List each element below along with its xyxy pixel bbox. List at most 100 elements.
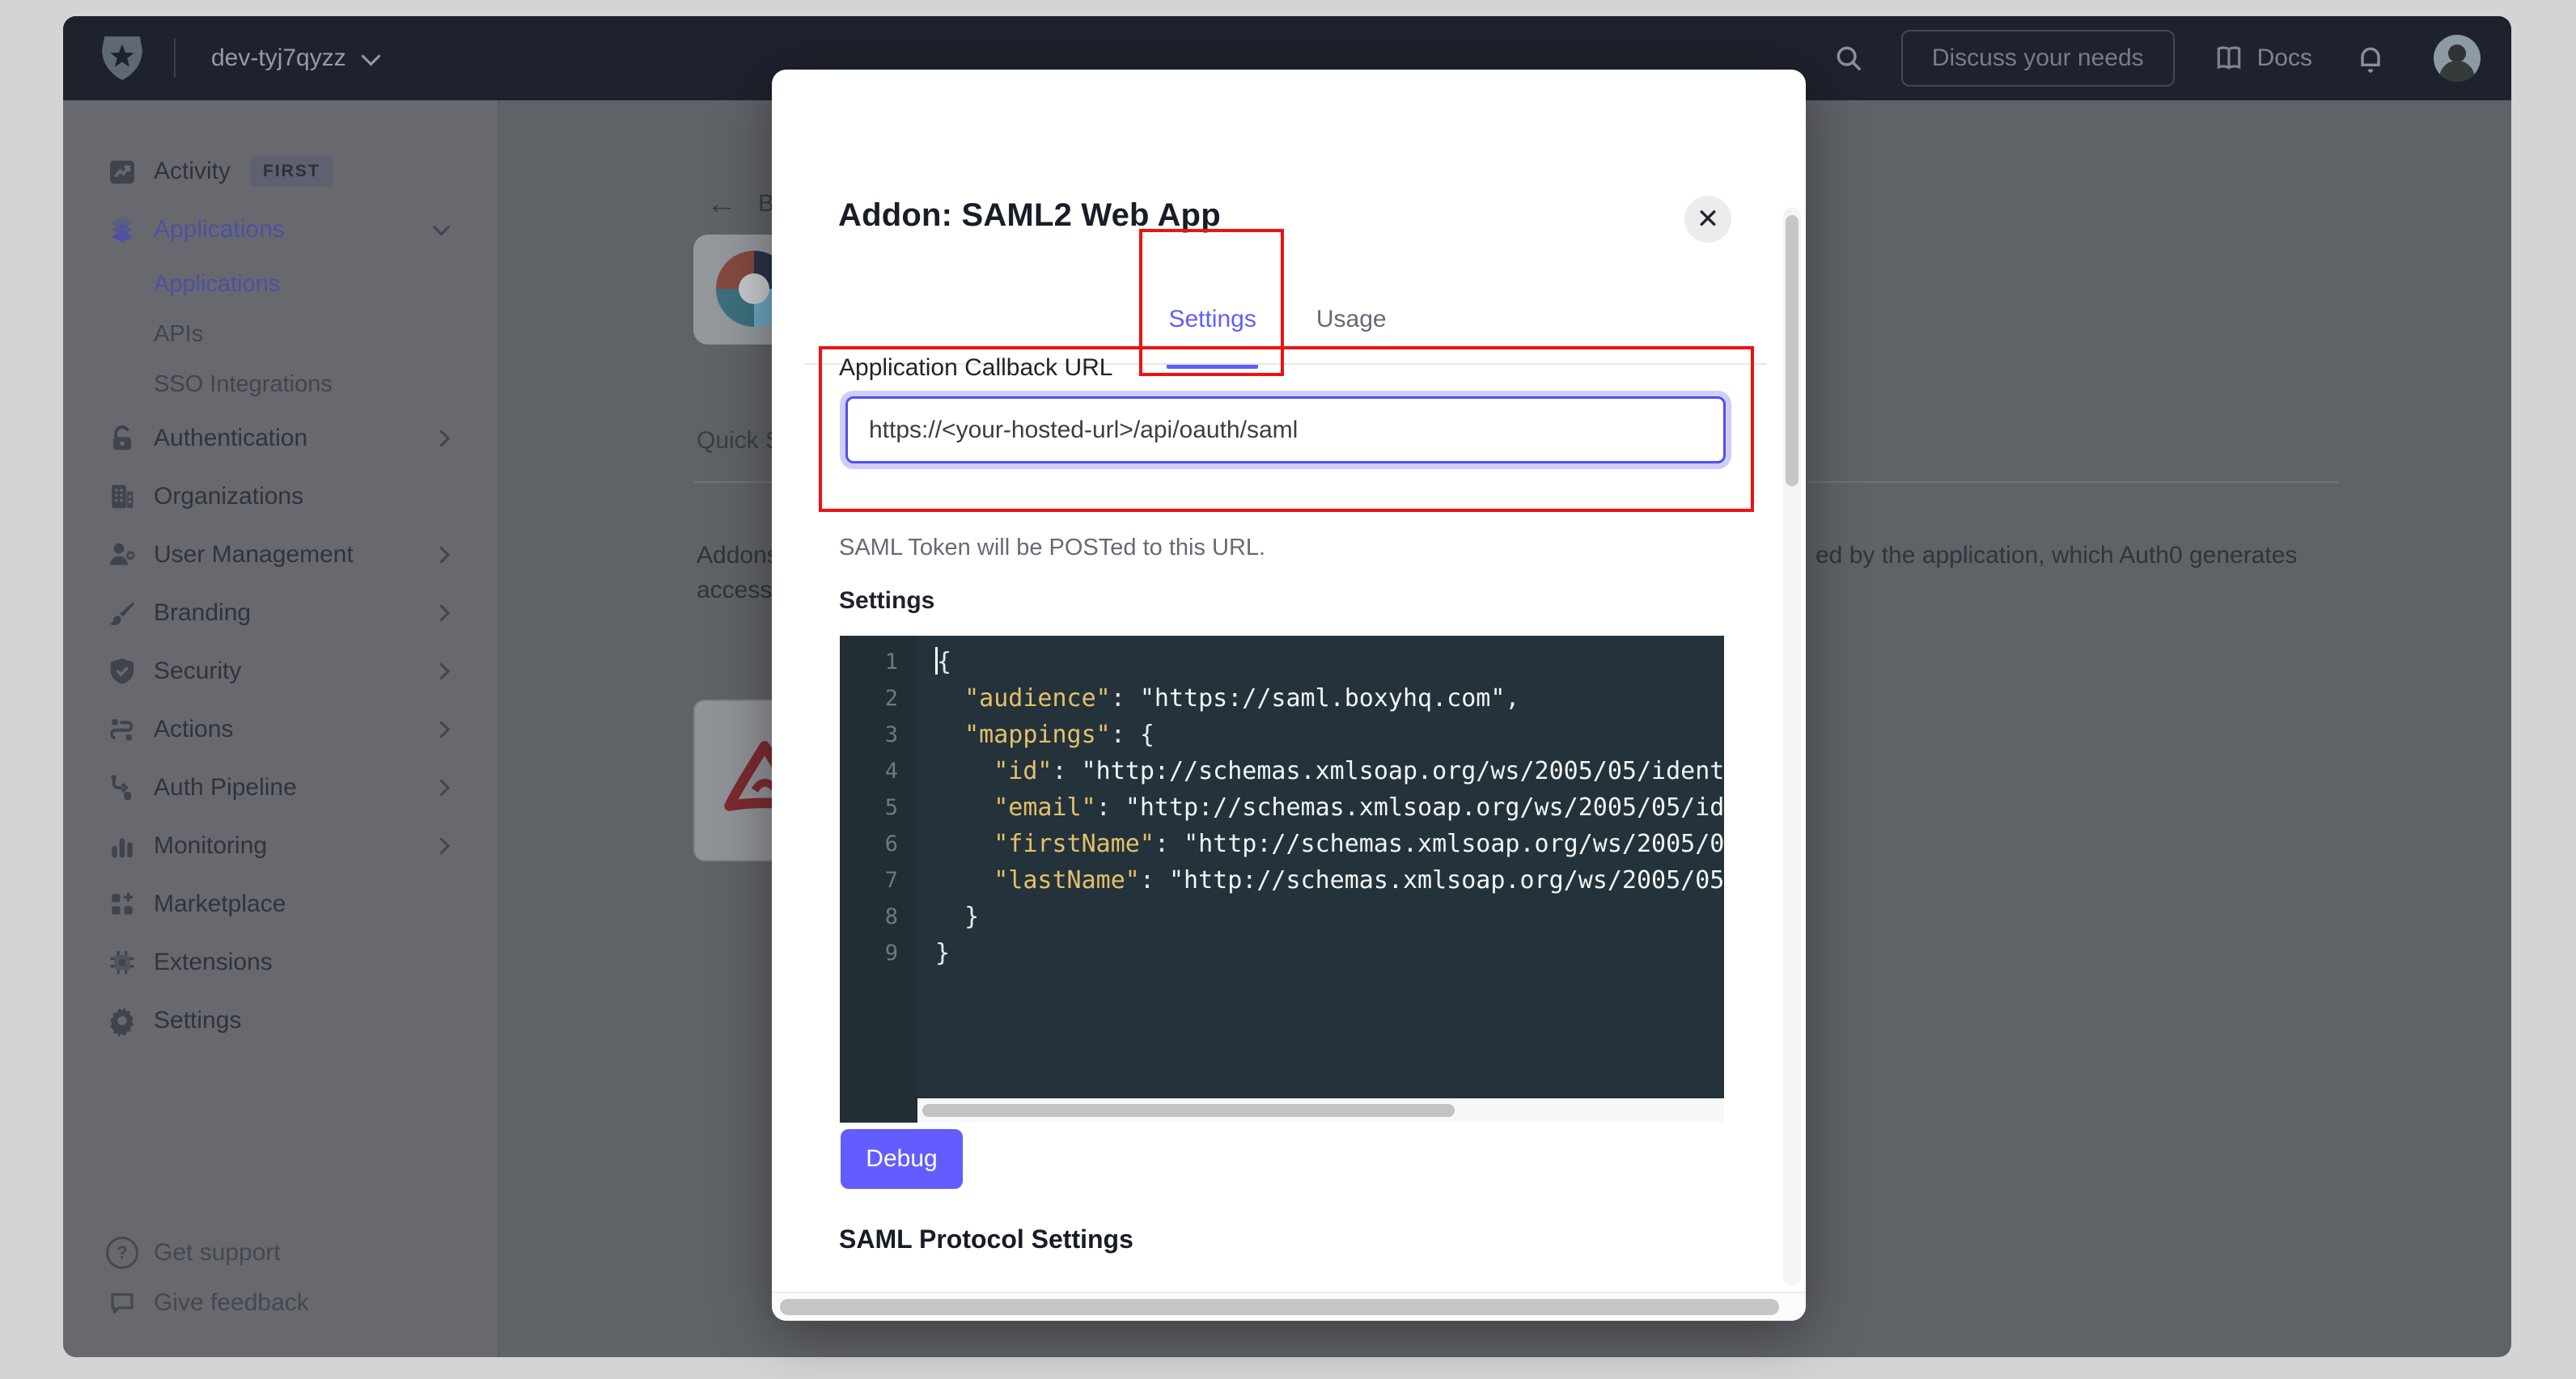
sidebar-item-label: Authentication <box>154 425 307 452</box>
sidebar-item-actions[interactable]: Actions <box>63 700 498 759</box>
sidebar-item-user-management[interactable]: User Management <box>63 526 498 584</box>
topbar-divider <box>174 39 176 78</box>
lock-icon <box>105 421 139 455</box>
line-number: 1 <box>840 644 917 680</box>
sidebar-item-extensions[interactable]: Extensions <box>63 933 498 992</box>
back-arrow-icon: ← <box>706 188 737 219</box>
code-line: "firstName": "http://schemas.xmlsoap.org… <box>935 826 1724 862</box>
building-icon <box>105 480 139 514</box>
line-number: 2 <box>840 680 917 717</box>
editor-hscroll-thumb[interactable] <box>922 1104 1455 1117</box>
sidebar-item-give-feedback[interactable]: Give feedback <box>63 1278 498 1328</box>
settings-section-label: Settings <box>839 587 934 615</box>
addons-description-fragment: Addons <box>697 542 779 569</box>
sidebar-item-label: Give feedback <box>154 1289 309 1317</box>
close-icon[interactable]: ✕ <box>1684 196 1731 243</box>
docs-label: Docs <box>2257 44 2312 72</box>
modal-vertical-scrollbar <box>1783 207 1801 1285</box>
sidebar-item-label: Applications <box>154 216 285 243</box>
sidebar-item-label: APIs <box>154 321 203 348</box>
sidebar-item-activity[interactable]: ActivityFIRST <box>63 142 498 201</box>
sidebar-item-label: Settings <box>154 1007 241 1034</box>
sidebar-item-marketplace[interactable]: Marketplace <box>63 875 498 933</box>
code-line: "id": "http://schemas.xmlsoap.org/ws/200… <box>935 753 1724 789</box>
sidebar-item-security[interactable]: Security <box>63 642 498 700</box>
sidebar-item-monitoring[interactable]: Monitoring <box>63 817 498 875</box>
sidebar-item-sso-integrations[interactable]: SSO Integrations <box>63 359 498 409</box>
addons-description-fragment: access <box>697 577 772 604</box>
help-circle-icon: ? <box>105 1236 139 1270</box>
sidebar-item-branding[interactable]: Branding <box>63 584 498 642</box>
sidebar-item-label: Security <box>154 658 241 685</box>
editor-horizontal-scrollbar <box>840 1098 1724 1123</box>
code-line: "mappings": { <box>935 717 1724 753</box>
addons-description-fragment: ed by the application, which Auth0 gener… <box>1815 542 2297 569</box>
line-number: 4 <box>840 753 917 789</box>
chevron-right-icon <box>433 546 450 563</box>
tab-quickstart[interactable]: Quick S <box>697 427 782 455</box>
gear-icon <box>105 1004 139 1038</box>
tenant-name: dev-tyj7qyzz <box>211 44 346 72</box>
monitoring-icon <box>105 829 139 863</box>
sidebar-item-label: Branding <box>154 599 251 627</box>
line-number: 6 <box>840 826 917 862</box>
background-tab-divider <box>693 481 772 483</box>
sidebar: ActivityFIRST Applications Applications API… <box>63 100 499 1357</box>
addon-saml2-modal: Addon: SAML2 Web App ✕ Settings Usage Ap… <box>772 70 1806 1321</box>
sidebar-item-get-support[interactable]: ? Get support <box>63 1228 498 1278</box>
auth0-logo-icon[interactable] <box>101 36 143 80</box>
sidebar-item-settings[interactable]: Settings <box>63 992 498 1050</box>
line-number: 5 <box>840 789 917 826</box>
sidebar-item-auth-pipeline[interactable]: Auth Pipeline <box>63 759 498 817</box>
sidebar-item-label: SSO Integrations <box>154 371 333 398</box>
pipeline-icon <box>105 771 139 805</box>
brush-icon <box>105 596 139 630</box>
book-icon <box>2214 43 2244 74</box>
marketplace-icon <box>105 887 139 921</box>
callback-url-label: Application Callback URL <box>839 354 1113 382</box>
activity-icon <box>105 154 139 188</box>
layers-icon <box>105 213 139 247</box>
tab-usage[interactable]: Usage <box>1316 306 1387 369</box>
editor-code-area[interactable]: { "audience": "https://saml.boxyhq.com",… <box>917 636 1724 1098</box>
sidebar-item-label: Activity <box>154 158 231 185</box>
sidebar-item-organizations[interactable]: Organizations <box>63 467 498 526</box>
editor-line-numbers: 123456789 <box>840 636 917 1098</box>
user-avatar[interactable] <box>2434 35 2481 82</box>
modal-hscroll-thumb[interactable] <box>780 1299 1779 1315</box>
line-number: 9 <box>840 935 917 971</box>
modal-title: Addon: SAML2 Web App <box>838 197 1221 234</box>
tenant-switcher[interactable]: dev-tyj7qyzz <box>211 44 378 72</box>
actions-icon <box>105 713 139 747</box>
docs-link[interactable]: Docs <box>2214 43 2312 74</box>
sidebar-item-applications[interactable]: Applications <box>63 259 498 309</box>
code-line: } <box>935 935 1724 971</box>
sidebar-item-apis[interactable]: APIs <box>63 309 498 359</box>
code-line: "audience": "https://saml.boxyhq.com", <box>935 680 1724 717</box>
sidebar-item-label: User Management <box>154 541 354 569</box>
settings-json-editor[interactable]: 123456789 { "audience": "https://saml.bo… <box>840 636 1724 1123</box>
sidebar-item-applications[interactable]: Applications <box>63 201 498 259</box>
notifications-bell-icon[interactable] <box>2354 42 2387 74</box>
saml-protocol-settings-heading: SAML Protocol Settings <box>839 1225 1133 1254</box>
chat-bubble-icon <box>105 1286 139 1320</box>
sidebar-item-label: Marketplace <box>154 890 286 918</box>
modal-vscroll-thumb[interactable] <box>1786 215 1799 486</box>
search-icon[interactable] <box>1833 43 1864 74</box>
debug-button[interactable]: Debug <box>841 1129 963 1189</box>
callback-url-input[interactable] <box>845 396 1726 463</box>
code-line: "email": "http://schemas.xmlsoap.org/ws/… <box>935 789 1724 826</box>
modal-horizontal-scrollbar <box>772 1292 1806 1321</box>
user-gear-icon <box>105 538 139 572</box>
sidebar-item-label: Actions <box>154 716 233 743</box>
editor-scroll-corner <box>840 1098 917 1123</box>
tab-settings[interactable]: Settings <box>1168 306 1256 369</box>
sidebar-item-label: Organizations <box>154 483 303 510</box>
code-line: "lastName": "http://schemas.xmlsoap.org/… <box>935 862 1724 899</box>
sidebar-item-authentication[interactable]: Authentication <box>63 409 498 467</box>
discuss-your-needs-button[interactable]: Discuss your needs <box>1901 30 2175 87</box>
chevron-down-icon <box>433 218 450 235</box>
background-tab-divider <box>1807 481 2338 483</box>
sidebar-item-label: Get support <box>154 1239 281 1267</box>
callback-url-helper-text: SAML Token will be POSTed to this URL. <box>839 535 1265 561</box>
